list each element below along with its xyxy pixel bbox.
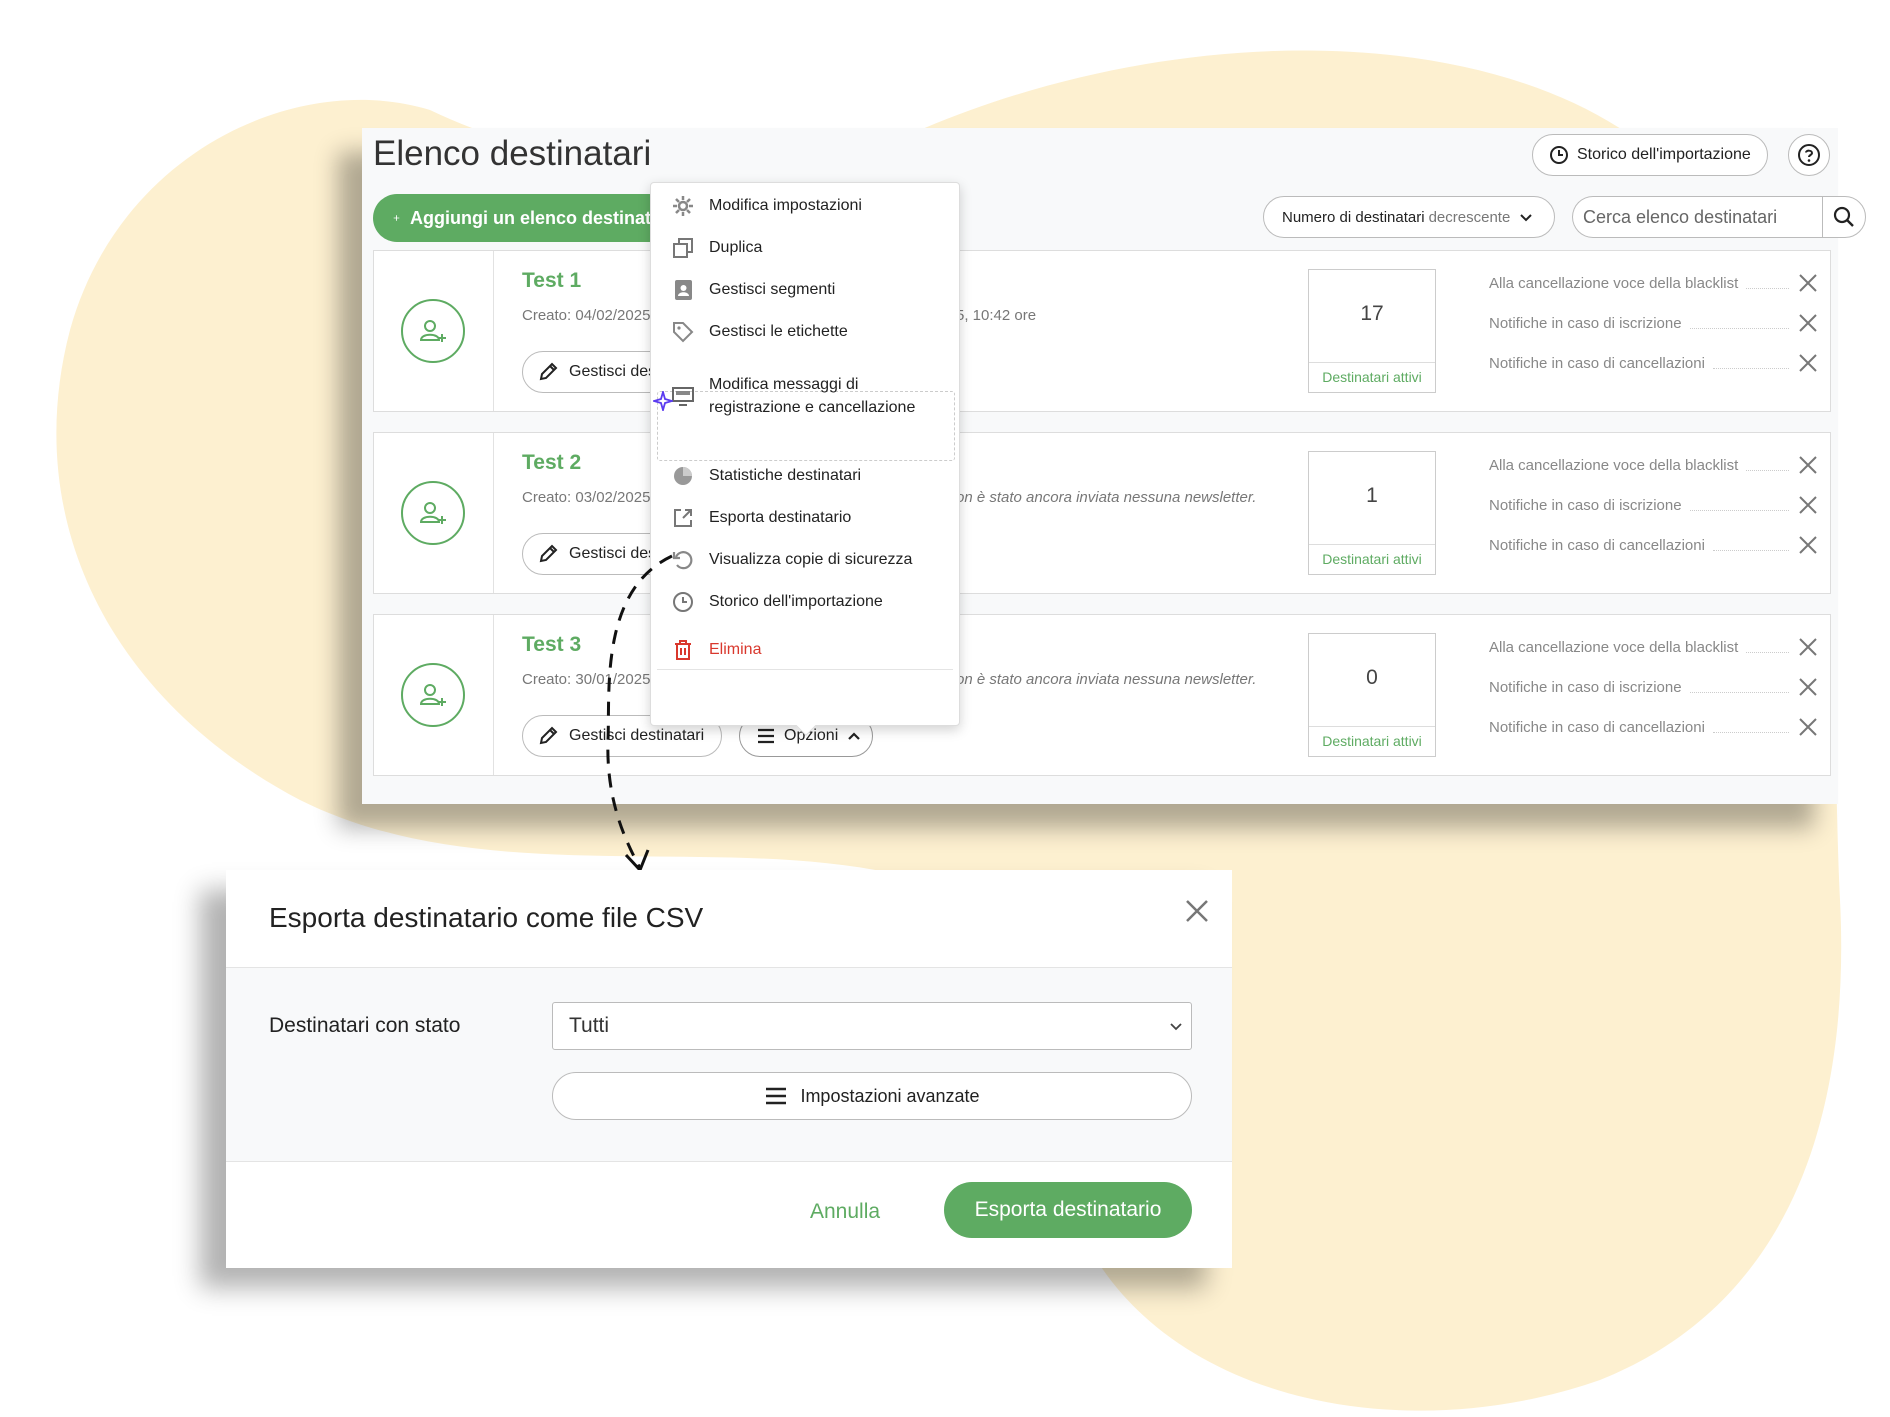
advanced-settings-button[interactable]: Impostazioni avanzate	[552, 1072, 1192, 1120]
status-select[interactable]: Tutti	[552, 1002, 1192, 1050]
dialog-body: Destinatari con stato Tutti Impostazioni…	[226, 968, 1232, 1162]
dialog-title: Esporta destinatario come file CSV	[269, 902, 704, 933]
export-dialog: Esporta destinatario come file CSV Desti…	[226, 870, 1232, 1268]
advanced-settings-label: Impostazioni avanzate	[800, 1085, 980, 1106]
menu-icon	[766, 1087, 787, 1105]
status-value: Tutti	[569, 1014, 610, 1037]
cancel-button[interactable]: Annulla	[810, 1200, 880, 1224]
export-button[interactable]: Esporta destinatario	[944, 1182, 1192, 1238]
status-label: Destinatari con stato	[269, 1014, 461, 1037]
close-icon[interactable]	[1182, 896, 1212, 926]
dialog-header: Esporta destinatario come file CSV	[226, 870, 1232, 968]
chevron-down-icon	[1170, 1023, 1182, 1031]
